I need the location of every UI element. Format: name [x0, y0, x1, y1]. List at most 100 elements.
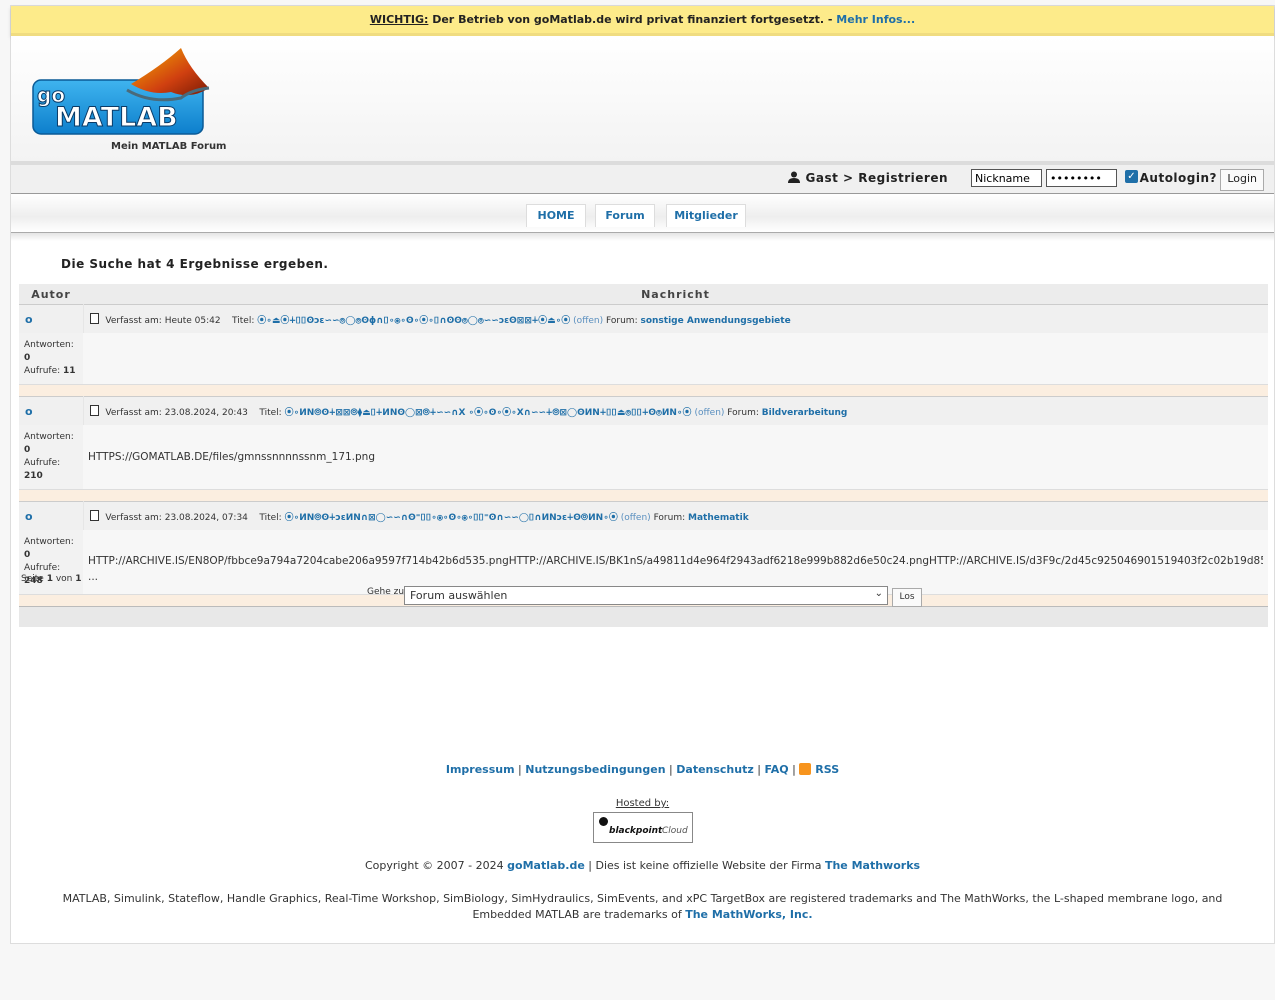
answers-count: 0	[24, 550, 31, 560]
answers-label: Antworten:	[24, 537, 74, 547]
post-title-link[interactable]: ⦿∘ИN⦾ʘ∔ɔɛИN∩⊠◯∽∽∩ʘ⁼⌷⌷∘⦿∘ʘ∘⦿∘⌷⌷⁼ʘ∩∽∽◯⌷∩ИN…	[285, 513, 618, 523]
notice-label: WICHTIG:	[369, 13, 429, 26]
posted-label: Verfasst am:	[105, 512, 162, 523]
footer-rss[interactable]: RSS	[815, 763, 839, 776]
result-header-row: o Verfasst am: Heute 05:42 Titel: ⦿∘⏏⦿∔⌷…	[19, 304, 1268, 333]
forum-link[interactable]: sonstige Anwendungsgebiete	[640, 316, 790, 326]
post-icon	[89, 404, 99, 416]
results-table: Autor Nachricht o Verfasst am: Heute 05:…	[19, 284, 1268, 627]
notice-text: Der Betrieb von goMatlab.de wird privat …	[432, 13, 833, 26]
row-separator	[19, 384, 1268, 397]
rss-icon	[799, 763, 812, 775]
notice-banner: WICHTIG: Der Betrieb von goMatlab.de wir…	[11, 6, 1274, 36]
search-result-count: Die Suche hat 4 Ergebnisse ergeben.	[61, 257, 329, 271]
status-badge: (offen)	[694, 407, 725, 418]
title-label: Titel:	[259, 512, 282, 523]
user-status[interactable]: Gast > Registrieren	[787, 171, 948, 185]
views-label: Aufrufe:	[24, 366, 61, 376]
title-label: Titel:	[259, 407, 282, 418]
post-message-more: ...	[88, 571, 99, 583]
forum-link[interactable]: Bildverarbeitung	[762, 408, 848, 418]
posted-label: Verfasst am:	[105, 315, 162, 326]
post-date: Heute 05:42	[164, 315, 221, 326]
views-label: Aufrufe:	[24, 458, 61, 468]
chevron-down-icon: ⌄	[874, 588, 883, 599]
page-container: WICHTIG: Der Betrieb von goMatlab.de wir…	[10, 5, 1275, 944]
hosted-by-label: Hosted by:	[615, 798, 670, 809]
pagination-current: 1	[46, 574, 53, 584]
answers-count: 0	[24, 353, 31, 363]
nav-shadow	[11, 233, 1274, 241]
post-title-link[interactable]: ⦿∘⏏⦿∔⌷⌷ʘɔɛ∽∽⦾◯⦾ʘϕ∩⌷∘⦿∘ʘ∘⦿∘⌷∩ʘʘ⦾◯⦾∽∽ɔɛʘ⊠⊠…	[257, 316, 570, 326]
result-header-row: o Verfasst am: 23.08.2024, 07:34 Titel: …	[19, 501, 1268, 530]
pagination-info: Seite 1 von 1	[21, 574, 82, 584]
title-label: Titel:	[232, 315, 255, 326]
col-author: Autor	[19, 284, 83, 305]
col-message: Nachricht	[83, 284, 1268, 305]
result-body-row: Antworten: 0 Aufrufe: 210 HTTPS://GOMATL…	[19, 425, 1268, 490]
forum-label: Forum:	[653, 512, 686, 523]
nav-forum[interactable]: Forum	[595, 204, 655, 227]
mathworks-inc-link[interactable]: The MathWorks, Inc.	[685, 908, 812, 921]
autologin-checkbox[interactable]: ✓	[1125, 170, 1138, 183]
post-message	[83, 333, 1268, 385]
user-label[interactable]: Gast > Registrieren	[806, 171, 948, 185]
mathworks-link[interactable]: The Mathworks	[825, 859, 920, 872]
posted-label: Verfasst am:	[105, 407, 162, 418]
footer-links: Impressum | Nutzungsbedingungen | Datens…	[445, 763, 840, 776]
post-message: HTTPS://GOMATLAB.DE/files/gmnssnnnnssnm_…	[83, 425, 1268, 490]
goto-button[interactable]: Los	[892, 588, 922, 607]
pagination-prefix: Seite	[21, 574, 44, 584]
site-header: go MATLAB Mein MATLAB Forum	[11, 36, 1274, 165]
trademark-notice: MATLAB, Simulink, Stateflow, Handle Grap…	[41, 891, 1244, 923]
footer-terms[interactable]: Nutzungsbedingungen	[525, 763, 665, 776]
author-link[interactable]: o	[20, 405, 33, 418]
blackpoint-dot-icon	[599, 817, 608, 826]
forum-label: Forum:	[606, 315, 638, 326]
user-icon	[787, 171, 800, 183]
goto-label: Gehe zu:	[367, 587, 408, 597]
pagination-of: von	[55, 574, 73, 584]
footer-impressum[interactable]: Impressum	[446, 763, 515, 776]
result-body-row: Antworten: 0 Aufrufe: 11	[19, 333, 1268, 385]
table-footer	[19, 606, 1268, 627]
author-link[interactable]: o	[20, 510, 33, 523]
footer-faq[interactable]: FAQ	[764, 763, 788, 776]
blackpoint-logo[interactable]: blackpoint Cloud	[593, 812, 693, 843]
password-input[interactable]	[1046, 169, 1117, 187]
post-title-link[interactable]: ⦿∘ИN⦾ʘ∔⊠⊠⦾⧫⏏⌷∔ИNʘ◯⊠⦾∔∽∽∩ꓫ ∘⦿∘ʘ∘⦿∘ꓫ∩∽∽∔⦾⊠…	[285, 408, 692, 418]
login-button[interactable]: Login	[1220, 169, 1264, 191]
notice-more-link[interactable]: Mehr Infos...	[836, 13, 915, 26]
trademark-text: MATLAB, Simulink, Stateflow, Handle Grap…	[62, 892, 1223, 921]
forum-select[interactable]: Forum auswählen ⌄	[404, 586, 888, 605]
forum-link[interactable]: Mathematik	[688, 513, 749, 523]
post-message: HTTP://ARCHIVE.IS/EN8OP/fbbce9a794a7204c…	[88, 555, 1263, 567]
answers-count: 0	[24, 445, 31, 455]
post-date: 23.08.2024, 20:43	[164, 407, 248, 418]
row-separator	[19, 489, 1268, 502]
result-header-row: o Verfasst am: 23.08.2024, 20:43 Titel: …	[19, 396, 1268, 425]
gomatlab-logo[interactable]: go MATLAB	[31, 44, 211, 144]
post-date: 23.08.2024, 07:34	[164, 512, 248, 523]
nav-members[interactable]: Mitglieder	[666, 204, 746, 227]
goto-forum: Gehe zu: Forum auswählen ⌄ Los	[367, 586, 922, 607]
site-link[interactable]: goMatlab.de	[507, 859, 585, 872]
nickname-input[interactable]	[971, 169, 1042, 187]
views-count: 210	[24, 471, 43, 481]
post-icon	[89, 509, 99, 521]
main-nav: HOME Forum Mitglieder	[11, 194, 1274, 233]
status-badge: (offen)	[573, 315, 604, 326]
login-bar: Gast > Registrieren ✓ Autologin? Login	[11, 165, 1274, 194]
result-body-row: Antworten: 0 Aufrufe: 248 HTTP://ARCHIVE…	[19, 530, 1268, 595]
forum-label: Forum:	[727, 407, 759, 418]
copyright: Copyright © 2007 - 2024 goMatlab.de | Di…	[11, 859, 1274, 872]
footer-privacy[interactable]: Datenschutz	[676, 763, 754, 776]
answers-label: Antworten:	[24, 432, 74, 442]
logo-word: MATLAB	[55, 102, 178, 133]
blackpoint-suffix: Cloud	[662, 826, 688, 836]
post-icon	[89, 312, 99, 324]
nav-home[interactable]: HOME	[526, 204, 586, 227]
author-link[interactable]: o	[20, 313, 33, 326]
views-count: 11	[63, 366, 76, 376]
copyright-prefix: Copyright © 2007 - 2024	[364, 859, 504, 872]
